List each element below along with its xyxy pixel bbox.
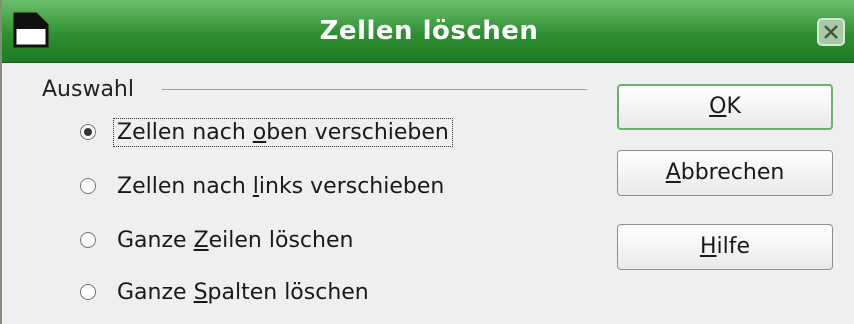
group-divider (162, 89, 587, 90)
close-icon (824, 25, 838, 39)
close-button[interactable] (817, 18, 845, 46)
dialog-title: Zellen löschen (319, 16, 539, 46)
option-shift-up[interactable]: Zellen nach oben verschieben (80, 115, 453, 149)
radio-delete-columns[interactable] (80, 284, 96, 300)
selection-group-label: Auswahl (42, 77, 134, 102)
delete-cells-dialog: Zellen löschen Auswahl Zellen nach oben … (0, 0, 854, 324)
option-delete-columns[interactable]: Ganze Spalten löschen (80, 275, 372, 309)
radio-shift-up[interactable] (80, 124, 96, 140)
label-shift-up[interactable]: Zellen nach oben verschieben (113, 117, 453, 147)
radio-delete-rows[interactable] (80, 232, 96, 248)
title-bar[interactable]: Zellen löschen (2, 0, 854, 63)
label-delete-columns[interactable]: Ganze Spalten löschen (114, 279, 372, 306)
option-delete-rows[interactable]: Ganze Zeilen löschen (80, 223, 356, 257)
cancel-button[interactable]: Abbrechen (617, 150, 833, 196)
help-button[interactable]: Hilfe (617, 224, 833, 270)
ok-button[interactable]: OK (617, 84, 833, 130)
label-delete-rows[interactable]: Ganze Zeilen löschen (114, 227, 356, 254)
radio-shift-left[interactable] (80, 178, 96, 194)
label-shift-left[interactable]: Zellen nach links verschieben (114, 173, 447, 200)
dialog-content: Auswahl Zellen nach oben verschieben Zel… (2, 62, 854, 324)
option-shift-left[interactable]: Zellen nach links verschieben (80, 169, 447, 203)
